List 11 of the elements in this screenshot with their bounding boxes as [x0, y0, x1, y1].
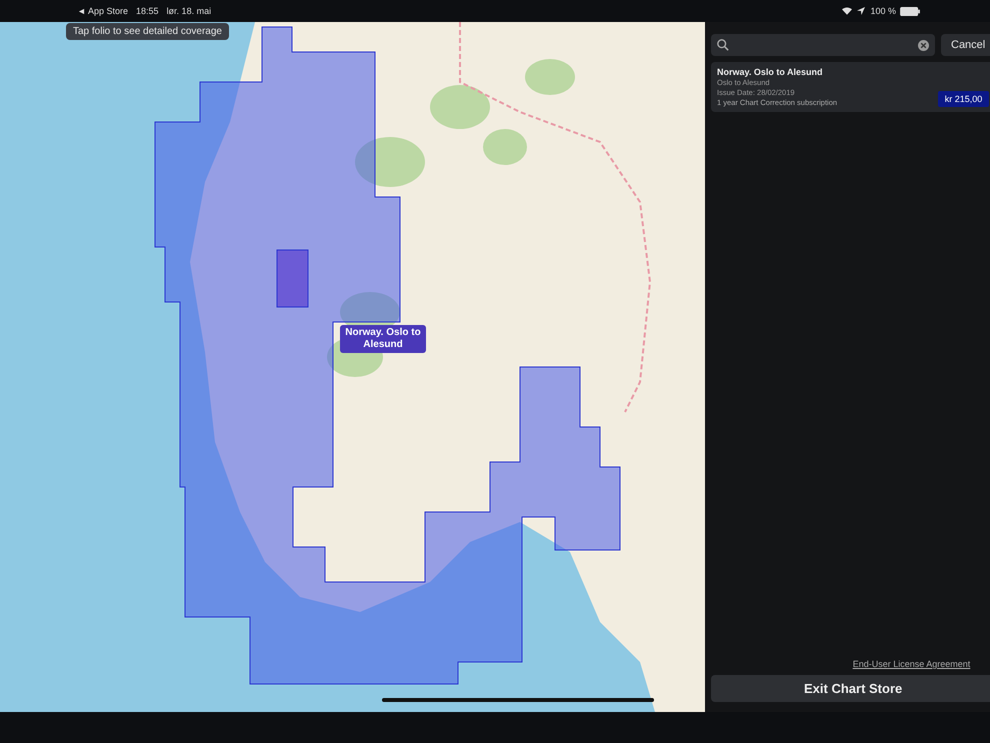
license-link[interactable]: End-User License Agreement	[852, 659, 970, 669]
back-label[interactable]: App Store	[88, 6, 128, 16]
status-time: 18:55	[136, 6, 159, 16]
folio-label[interactable]: Norway. Oslo to Alesund	[340, 325, 426, 353]
price-button[interactable]: kr 215,00	[938, 91, 990, 107]
coverage-hint: Tap folio to see detailed coverage	[66, 23, 229, 40]
chart-title: Norway. Oslo to Alesund	[717, 67, 824, 77]
status-date: lør. 18. mai	[166, 6, 212, 16]
cancel-button[interactable]: Cancel	[941, 34, 990, 56]
exit-button[interactable]: Exit Chart Store	[711, 675, 990, 702]
battery-percentage: 100 %	[870, 6, 896, 16]
